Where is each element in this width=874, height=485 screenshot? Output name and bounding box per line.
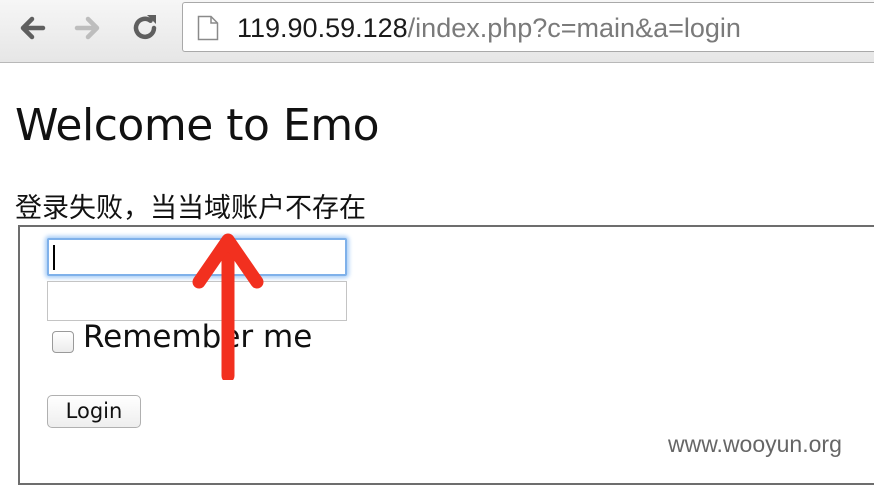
arrow-right-icon [74, 16, 100, 40]
remember-me-checkbox[interactable] [52, 331, 74, 353]
address-bar[interactable]: 119.90.59.128/index.php?c=main&a=login [182, 2, 874, 52]
reload-button[interactable] [127, 10, 163, 46]
red-arrow-annotation [192, 233, 264, 380]
text-cursor [53, 245, 55, 270]
url-host: 119.90.59.128 [237, 13, 408, 43]
watermark: www.wooyun.org [668, 431, 842, 457]
url-path: /index.php?c=main&a=login [407, 13, 741, 43]
forward-button[interactable] [70, 10, 106, 46]
page-title: Welcome to Emo [15, 100, 380, 151]
browser-toolbar: 119.90.59.128/index.php?c=main&a=login [0, 0, 874, 63]
url-text: 119.90.59.128/index.php?c=main&a=login [237, 12, 741, 44]
reload-icon [133, 15, 157, 40]
arrow-left-icon [20, 16, 46, 40]
page-icon [197, 15, 219, 41]
login-error-message: 登录失败，当当域账户不存在 [15, 193, 366, 224]
back-button[interactable] [14, 10, 50, 46]
login-button[interactable]: Login [47, 395, 141, 428]
